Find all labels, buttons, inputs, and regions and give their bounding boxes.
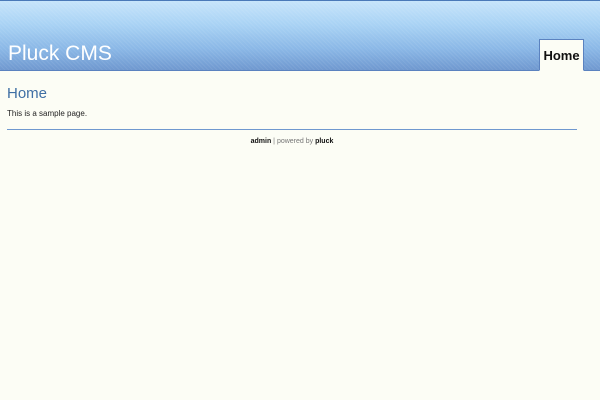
- page-body-text: This is a sample page.: [7, 109, 88, 118]
- admin-link[interactable]: admin: [251, 138, 272, 145]
- tab-home[interactable]: Home: [539, 39, 584, 71]
- pluck-link[interactable]: pluck: [315, 138, 333, 145]
- site-header: Pluck CMS Home: [0, 0, 600, 71]
- footer-divider: [7, 129, 577, 130]
- nav-item-home: Home: [539, 39, 584, 71]
- main-content: Home This is a sample page. admin | powe…: [0, 85, 600, 146]
- footer-separator-text: | powered by: [271, 138, 316, 145]
- footer: admin | powered by pluck: [7, 137, 593, 146]
- main-nav: Home: [539, 39, 584, 71]
- site-title: Pluck CMS: [8, 42, 112, 65]
- page-title: Home: [7, 85, 48, 102]
